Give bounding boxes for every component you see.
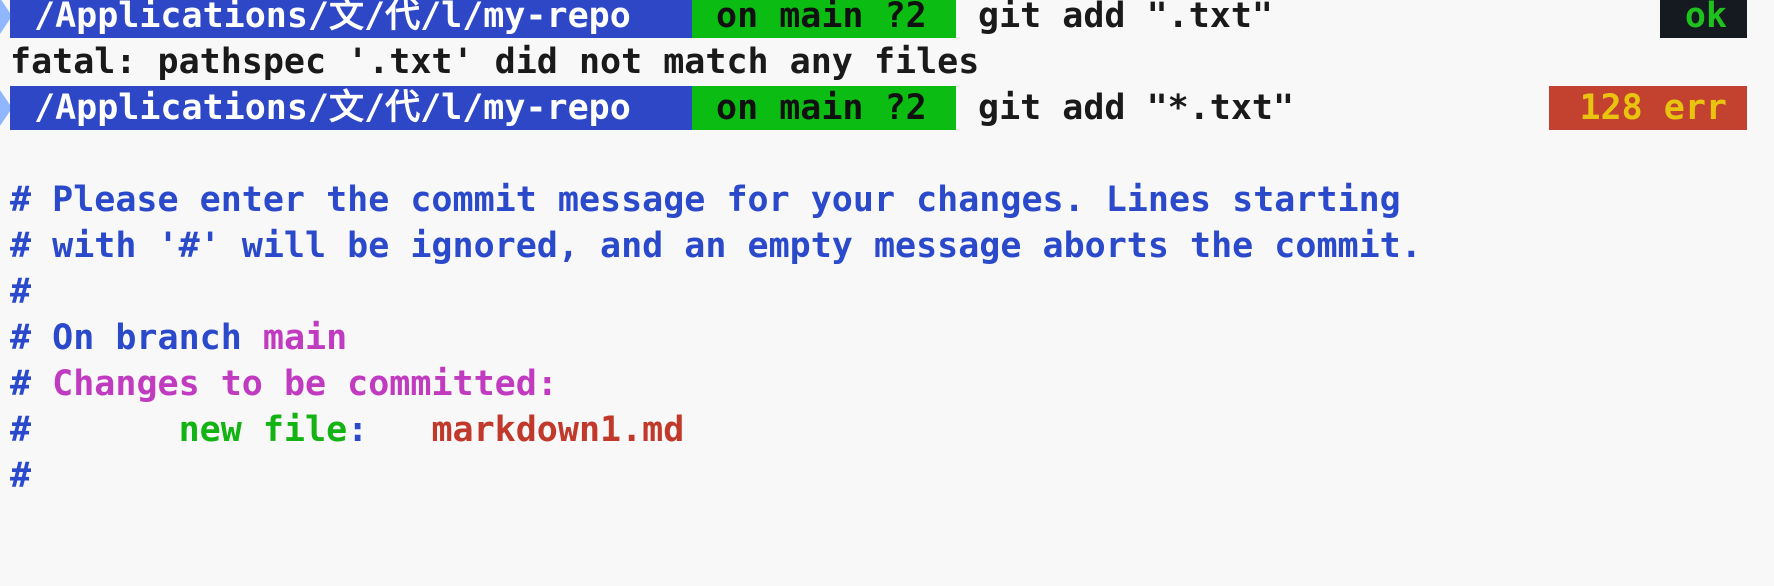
prompt-line-2: /Applications/文/代/l/my-repo on main ?2 g… <box>0 86 1774 130</box>
comment-text: # with '#' will be ignored, and an empty… <box>10 226 1422 266</box>
comment-text: # <box>10 272 32 312</box>
commit-comment-line: # with '#' will be ignored, and an empty… <box>0 224 1774 268</box>
commit-comment-line: # Please enter the commit message for yo… <box>0 178 1774 222</box>
prompt-path-segment: /Applications/文/代/l/my-repo <box>10 0 692 38</box>
error-message: fatal: pathspec '.txt' did not match any… <box>10 42 980 82</box>
comment-hash: # <box>10 410 179 450</box>
terminal-window[interactable]: /Applications/文/代/l/my-repo on main ?2 g… <box>0 0 1774 496</box>
prompt-git-segment: on main ?2 <box>692 86 956 130</box>
output-line: fatal: pathspec '.txt' did not match any… <box>0 40 1774 84</box>
staged-file: # new file: markdown1.md <box>10 408 684 452</box>
file-colon: : <box>347 410 432 450</box>
changes-label: Changes to be committed: <box>52 364 558 404</box>
changes-header: # Changes to be committed: <box>10 362 558 406</box>
command-text: git add "*.txt" <box>978 88 1295 128</box>
comment-text: # Please enter the commit message for yo… <box>10 180 1401 220</box>
prompt-git-segment: on main ?2 <box>692 0 956 38</box>
branch-line: # On branch main <box>0 316 1774 360</box>
file-status: new file <box>178 410 348 450</box>
changes-header-line: # Changes to be committed: <box>0 362 1774 406</box>
exit-status-badge: ok <box>1660 0 1747 38</box>
staged-file-line: # new file: markdown1.md <box>0 408 1774 452</box>
branch-info: # On branch main <box>10 316 347 360</box>
prompt-line-1: /Applications/文/代/l/my-repo on main ?2 g… <box>0 0 1774 38</box>
branch-name: main <box>262 318 348 358</box>
prompt-path-segment: /Applications/文/代/l/my-repo <box>10 86 692 130</box>
comment-text: # <box>10 456 32 496</box>
comment-hash: # <box>10 364 53 404</box>
commit-comment-line: # <box>0 270 1774 314</box>
branch-prefix: # On branch <box>10 318 263 358</box>
exit-status-badge: 128 err <box>1549 86 1747 130</box>
commit-comment-line: # <box>0 454 1774 498</box>
command-text: git add ".txt" <box>978 0 1274 36</box>
file-name: markdown1.md <box>431 410 685 450</box>
